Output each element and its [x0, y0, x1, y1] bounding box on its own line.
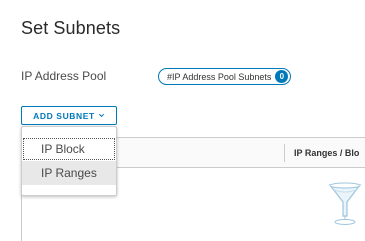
add-subnet-dropdown-menu: IP Block IP Ranges [21, 126, 117, 196]
ip-address-pool-label: IP Address Pool [21, 69, 107, 83]
page-title: Set Subnets [21, 18, 121, 38]
menu-item-ip-ranges[interactable]: IP Ranges [22, 161, 116, 185]
ip-address-pool-count-badge: 0 [275, 70, 289, 83]
chevron-down-icon [98, 113, 104, 118]
set-subnets-page: Set Subnets IP Address Pool #IP Address … [0, 0, 365, 241]
column-resize-handle[interactable] [284, 144, 285, 162]
empty-funnel-icon [328, 182, 362, 225]
ip-address-pool-chip[interactable]: #IP Address Pool Subnets 0 [158, 68, 292, 85]
menu-item-ip-block[interactable]: IP Block [22, 137, 116, 161]
column-header-ip-ranges[interactable]: IP Ranges / Blo [294, 148, 359, 158]
add-subnet-button[interactable]: ADD SUBNET [21, 106, 117, 125]
ip-address-pool-chip-label: #IP Address Pool Subnets [167, 71, 272, 82]
add-subnet-label: ADD SUBNET [33, 110, 95, 121]
